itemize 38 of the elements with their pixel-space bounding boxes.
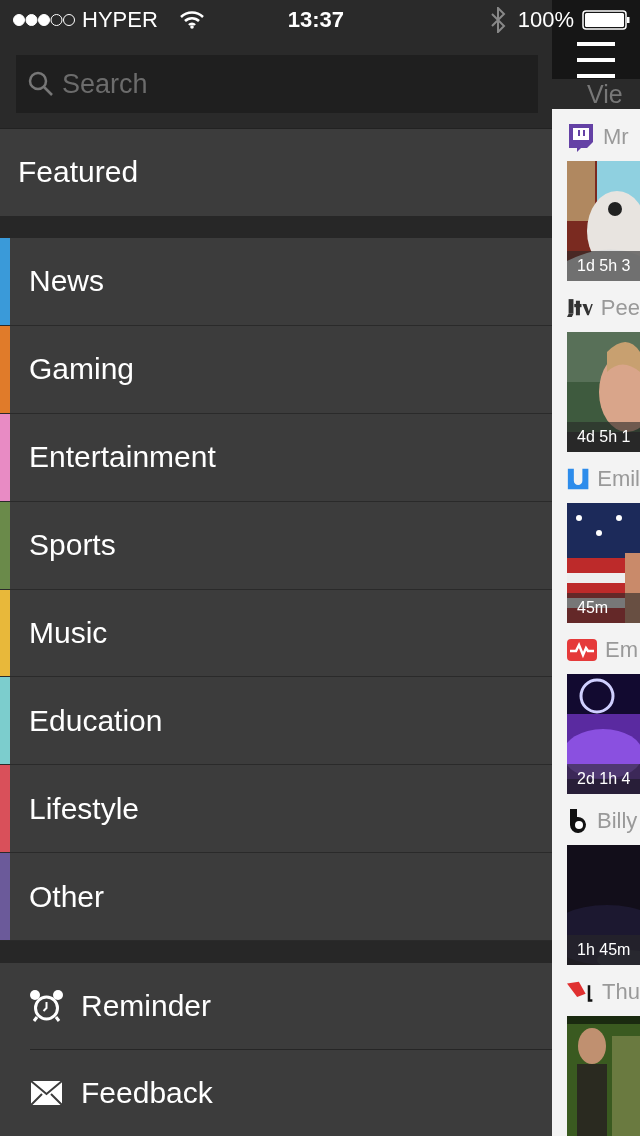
pulse-icon — [567, 639, 597, 661]
category-item[interactable]: Entertainment — [29, 440, 216, 475]
category-item[interactable]: Other — [29, 879, 105, 914]
battery-percent: 100% — [517, 7, 574, 33]
bluetooth-icon — [489, 7, 506, 33]
logo-icon — [567, 466, 590, 492]
category-item[interactable]: Lifestyle — [29, 791, 140, 826]
clock-time: 13:37 — [287, 7, 345, 33]
signal-icon — [12, 13, 76, 27]
battery-icon — [582, 10, 630, 30]
alarm-clock-icon — [30, 989, 63, 1023]
logo-icon — [567, 807, 589, 835]
category-item[interactable]: Education — [29, 703, 163, 738]
carrier-name: HYPER — [82, 7, 158, 33]
channel-name: Billy — [597, 808, 638, 834]
view-label: Vie — [587, 79, 623, 109]
category-item[interactable]: Gaming — [29, 352, 135, 387]
duration-label: 1d 5h 3 — [567, 251, 640, 281]
channel-name: Emil — [597, 466, 640, 492]
category-item[interactable]: News — [29, 264, 104, 299]
logo-icon — [567, 980, 595, 1004]
duration-label: 2d 1h 4 — [567, 764, 640, 794]
menu-item[interactable]: Feedback — [81, 1076, 213, 1110]
duration-label: 1h 45m — [567, 935, 640, 965]
category-item[interactable]: Sports — [29, 528, 116, 563]
channel-name: Mr — [603, 124, 629, 150]
category-item[interactable]: Music — [29, 616, 108, 650]
envelope-icon — [30, 1080, 63, 1106]
channel-name: Pee — [600, 295, 640, 321]
wifi-icon — [179, 11, 204, 29]
channel-name: Em — [605, 637, 638, 663]
search-field[interactable]: Search — [16, 55, 538, 113]
duration-label: 45m — [567, 593, 640, 623]
menu-item[interactable]: Reminder — [81, 989, 212, 1024]
channel-name: Thu — [602, 979, 640, 1005]
menu-icon[interactable] — [577, 41, 615, 78]
speech-bubble-icon — [567, 122, 595, 152]
search-icon — [28, 71, 54, 97]
